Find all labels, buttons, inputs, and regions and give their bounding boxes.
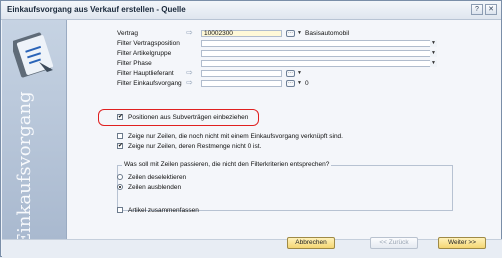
vertrag-field[interactable]: 10002300 — [201, 30, 282, 37]
title-bar: Einkaufsvorgang aus Verkauf erstellen - … — [1, 1, 501, 20]
link-arrow-icon[interactable]: ⇨ — [186, 29, 193, 37]
filter-hauptlieferant-field[interactable] — [201, 70, 282, 77]
artikel-zusammenfassen-checkbox[interactable] — [117, 207, 123, 213]
filter-artikelgruppe-label: Filter Artikelgruppe — [117, 50, 172, 57]
filter-phase-label: Filter Phase — [117, 60, 152, 67]
content-area: Vertrag ⇨ 10002300 ⋯ ▼ Basisautomobil Fi… — [67, 20, 501, 239]
filter-hauptlieferant-label: Filter Hauptlieferant — [117, 70, 174, 77]
filter-artikelgruppe-row: Filter Artikelgruppe ▼ — [117, 50, 497, 58]
next-button[interactable]: Weiter >> — [438, 237, 486, 249]
hide-label: Zeilen ausblenden — [128, 184, 182, 191]
option-hide[interactable]: Zeilen ausblenden — [117, 183, 317, 192]
zeile-restmenge-option[interactable]: ✔ Zeige nur Zeilen, deren Restmenge nich… — [117, 142, 457, 151]
filter-artikelgruppe-field[interactable] — [201, 50, 437, 57]
option-deselect[interactable]: Zeilen deselektieren — [117, 173, 317, 182]
filter-vertragsposition-field[interactable] — [201, 40, 437, 47]
filter-phase-field[interactable] — [201, 60, 437, 67]
positionen-label: Positionen aus Subverträgen einbeziehen — [128, 114, 249, 121]
positionen-checkbox[interactable]: ✔ — [117, 114, 123, 120]
filter-vertragsposition-row: Filter Vertragsposition ▼ — [117, 40, 497, 48]
filter-einkaufsvorgang-field[interactable] — [201, 80, 282, 87]
hide-radio[interactable] — [117, 184, 123, 190]
button-bar — [2, 239, 502, 258]
dropdown-arrow-icon[interactable]: ▼ — [430, 40, 437, 47]
sidebar-vertical-label: Einkaufsvorgang — [14, 91, 35, 239]
document-logo-icon — [13, 32, 54, 78]
filter-hauptlieferant-row: Filter Hauptlieferant ⇨ ⋯ ▼ — [117, 69, 497, 78]
zeile-nicht-verknuepft-label: Zeige nur Zeilen, die noch nicht mit ein… — [128, 133, 343, 140]
filter-einkaufsvorgang-value: 0 — [305, 80, 309, 87]
filter-behavior-title: Was soll mit Zeilen passieren, die nicht… — [122, 161, 332, 168]
filter-einkaufsvorgang-label: Filter Einkaufsvorgang — [117, 80, 182, 87]
back-button[interactable]: << Zurück — [370, 237, 418, 249]
vertrag-row: Vertrag ⇨ 10002300 ⋯ ▼ Basisautomobil — [117, 29, 497, 38]
filter-einkaufsvorgang-row: Filter Einkaufsvorgang ⇨ ⋯ ▼ 0 — [117, 79, 497, 88]
vertrag-value: 10002300 — [204, 30, 233, 37]
artikel-zusammenfassen-option[interactable]: Artikel zusammenfassen — [117, 206, 317, 215]
window-title: Einkaufsvorgang aus Verkauf erstellen - … — [7, 5, 186, 14]
dropdown-arrow-icon[interactable]: ▼ — [296, 80, 303, 87]
window-buttons: ? ✕ — [471, 4, 497, 15]
cancel-button[interactable]: Abbrechen — [287, 237, 335, 249]
choose-from-list-button[interactable]: ⋯ — [286, 70, 295, 77]
dropdown-arrow-icon[interactable]: ▼ — [296, 30, 303, 37]
zeile-restmenge-checkbox[interactable]: ✔ — [117, 143, 123, 149]
choose-from-list-button[interactable]: ⋯ — [286, 80, 295, 87]
vertrag-label: Vertrag — [117, 30, 138, 37]
wizard-side-panel: Einkaufsvorgang — [2, 20, 67, 239]
positionen-option[interactable]: ✔ Positionen aus Subverträgen einbeziehe… — [117, 113, 317, 122]
dropdown-arrow-icon[interactable]: ▼ — [430, 50, 437, 57]
close-button[interactable]: ✕ — [485, 4, 497, 15]
deselect-radio[interactable] — [117, 174, 123, 180]
dropdown-arrow-icon[interactable]: ▼ — [296, 70, 303, 77]
dropdown-arrow-icon[interactable]: ▼ — [430, 60, 437, 67]
help-button[interactable]: ? — [471, 4, 483, 15]
zeile-restmenge-label: Zeige nur Zeilen, deren Restmenge nicht … — [128, 143, 262, 150]
link-arrow-icon[interactable]: ⇨ — [186, 79, 193, 87]
artikel-zusammenfassen-label: Artikel zusammenfassen — [128, 207, 199, 214]
filter-phase-row: Filter Phase ▼ — [117, 60, 497, 68]
zeile-nicht-verknuepft-option[interactable]: Zeige nur Zeilen, die noch nicht mit ein… — [117, 132, 457, 141]
zeile-nicht-verknuepft-checkbox[interactable] — [117, 133, 123, 139]
filter-vertragsposition-label: Filter Vertragsposition — [117, 40, 180, 47]
vertrag-description: Basisautomobil — [305, 30, 350, 37]
dialog-window: Einkaufsvorgang aus Verkauf erstellen - … — [0, 0, 502, 258]
link-arrow-icon[interactable]: ⇨ — [186, 69, 193, 77]
deselect-label: Zeilen deselektieren — [128, 174, 187, 181]
choose-from-list-button[interactable]: ⋯ — [286, 30, 295, 37]
